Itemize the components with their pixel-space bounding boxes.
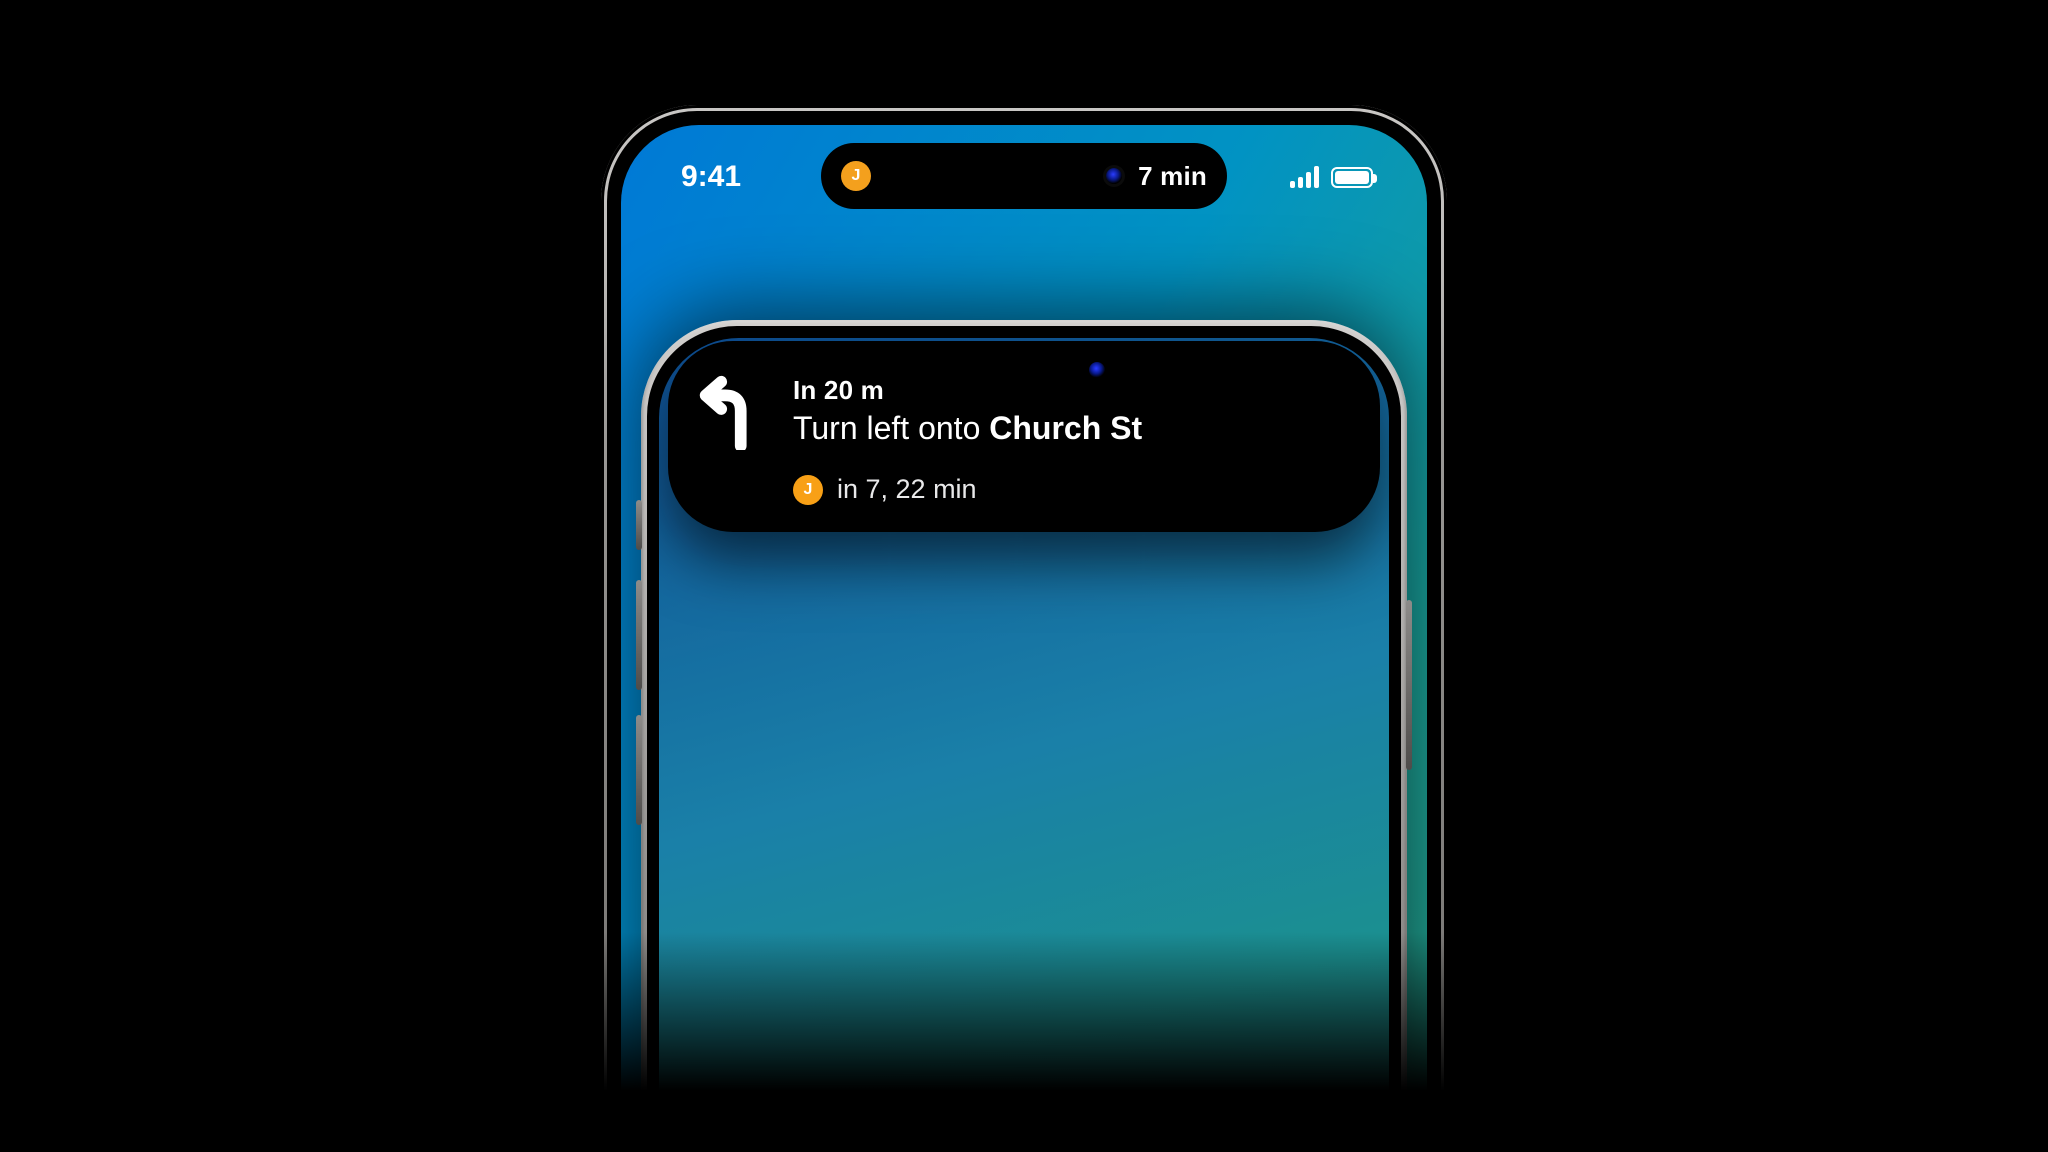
- front-camera-icon: [1106, 168, 1122, 184]
- island-timer: 7 min: [1138, 161, 1207, 192]
- ring-switch: [636, 500, 642, 550]
- nav-instruction-street: Church St: [989, 410, 1142, 446]
- front-camera-icon: [1089, 362, 1105, 378]
- volume-down-button: [636, 715, 642, 825]
- sensor-housing: [929, 352, 1119, 388]
- sensor-housing: [1082, 161, 1122, 191]
- presentation-stage: 9:41 J 7 min: [0, 0, 2048, 1152]
- nav-eta: in 7, 22 min: [837, 474, 977, 505]
- dynamic-island-compact[interactable]: J 7 min: [821, 143, 1227, 209]
- cellular-signal-icon: [1290, 166, 1319, 188]
- volume-up-button: [636, 580, 642, 690]
- nav-eta-row: J in 7, 22 min: [695, 474, 1349, 505]
- dynamic-island-expanded[interactable]: In 20 m Turn left onto Church St J in 7,…: [669, 342, 1379, 531]
- turn-left-icon: [695, 372, 765, 450]
- phone-front: In 20 m Turn left onto Church St J in 7,…: [641, 320, 1407, 1152]
- nav-instruction-prefix: Turn left onto: [793, 410, 989, 446]
- screen-front: In 20 m Turn left onto Church St J in 7,…: [659, 338, 1389, 1152]
- contact-avatar: J: [841, 161, 871, 191]
- side-button: [1406, 600, 1412, 770]
- status-time: 9:41: [681, 160, 741, 194]
- status-right: [1290, 166, 1373, 188]
- nav-street: Turn left onto Church St: [793, 410, 1142, 447]
- contact-avatar: J: [793, 475, 823, 505]
- battery-icon: [1331, 167, 1373, 188]
